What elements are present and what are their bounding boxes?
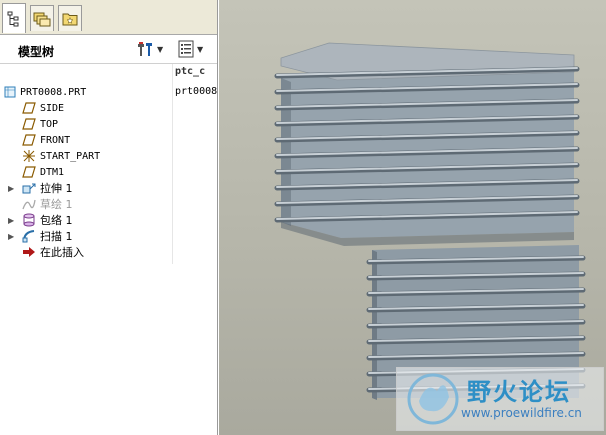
- tree-item-extrude[interactable]: 拉伸 1: [22, 180, 73, 196]
- datum-plane-icon: [22, 166, 36, 178]
- panel-tabs: [0, 0, 217, 35]
- datum-plane-icon: [22, 102, 36, 114]
- tree-item-sweep[interactable]: 扫描 1: [22, 228, 73, 244]
- tree-item-label: FRONT: [40, 134, 71, 146]
- column-header-ptc[interactable]: ptc_c: [175, 66, 217, 82]
- expand-arrow-icon[interactable]: ▶: [8, 216, 16, 225]
- settings-tools-icon: [138, 42, 152, 56]
- layers-tab-icon: [33, 12, 51, 26]
- tree-item-label: START_PART: [40, 150, 101, 162]
- show-columns-button[interactable]: ▼: [178, 40, 203, 58]
- panel-header: 模型树 ▼ ▼: [0, 35, 217, 63]
- tab-favorites[interactable]: [58, 5, 82, 31]
- model-tree-tab-icon: [7, 11, 19, 26]
- tree-item-top[interactable]: TOP: [22, 116, 58, 132]
- tree-item-label: 拉伸 1: [40, 182, 73, 195]
- sweep-icon: [22, 230, 35, 243]
- watermark-url: www.proewildfire.cn: [461, 406, 582, 420]
- root-column-value: prt0008: [175, 86, 217, 97]
- chevron-down-icon: ▼: [197, 44, 204, 54]
- tree-item-start-part[interactable]: START_PART: [22, 148, 100, 164]
- panel-title: 模型树: [18, 45, 55, 59]
- insert-here-arrow-icon: [23, 247, 35, 257]
- tree-item-label: 在此插入: [40, 246, 84, 259]
- watermark-title: 野火论坛: [467, 378, 571, 406]
- tree-item-sketch[interactable]: 草绘 1: [22, 196, 73, 212]
- tab-model-tree[interactable]: [2, 3, 26, 33]
- column-divider: [172, 64, 173, 264]
- part-icon: [4, 86, 16, 98]
- extrude-icon: [22, 183, 36, 194]
- tab-layers[interactable]: [30, 5, 54, 31]
- tree-root-item[interactable]: PRT0008.PRT: [4, 84, 86, 100]
- tree-item-side[interactable]: SIDE: [22, 100, 64, 116]
- tree-item-label: 草绘 1: [40, 198, 73, 211]
- forum-watermark: 野火论坛 www.proewildfire.cn: [396, 367, 604, 431]
- tree-item-dtm1[interactable]: DTM1: [22, 164, 64, 180]
- model-tree-panel: 模型树 ▼ ▼ ptc_c PRT0008.PRT prt0008 SIDE T…: [0, 0, 218, 435]
- tree-item-label: 扫描 1: [40, 230, 73, 243]
- chevron-down-icon: ▼: [157, 44, 164, 54]
- favorites-tab-icon: [62, 13, 78, 25]
- list-view-icon: [178, 40, 194, 58]
- tree-root-label: PRT0008.PRT: [20, 86, 87, 98]
- tree-item-wrap[interactable]: 包络 1: [22, 212, 73, 228]
- header-divider: [0, 63, 217, 64]
- datum-plane-icon: [22, 118, 36, 130]
- tree-item-label: DTM1: [40, 166, 65, 178]
- wrap-icon: [23, 213, 35, 227]
- coordinate-system-icon: [23, 150, 35, 162]
- sketch-icon: [22, 199, 36, 210]
- tree-settings-button[interactable]: ▼: [136, 40, 163, 58]
- tree-item-label: SIDE: [40, 102, 65, 114]
- tree-item-front[interactable]: FRONT: [22, 132, 70, 148]
- tree-item-label: TOP: [40, 118, 59, 130]
- datum-plane-icon: [22, 134, 36, 146]
- tree-item-label: 包络 1: [40, 214, 73, 227]
- expand-arrow-icon[interactable]: ▶: [8, 232, 16, 241]
- expand-arrow-icon[interactable]: ▶: [8, 184, 16, 193]
- tree-item-insert-here[interactable]: 在此插入: [22, 244, 84, 260]
- fire-logo-icon: [407, 373, 459, 425]
